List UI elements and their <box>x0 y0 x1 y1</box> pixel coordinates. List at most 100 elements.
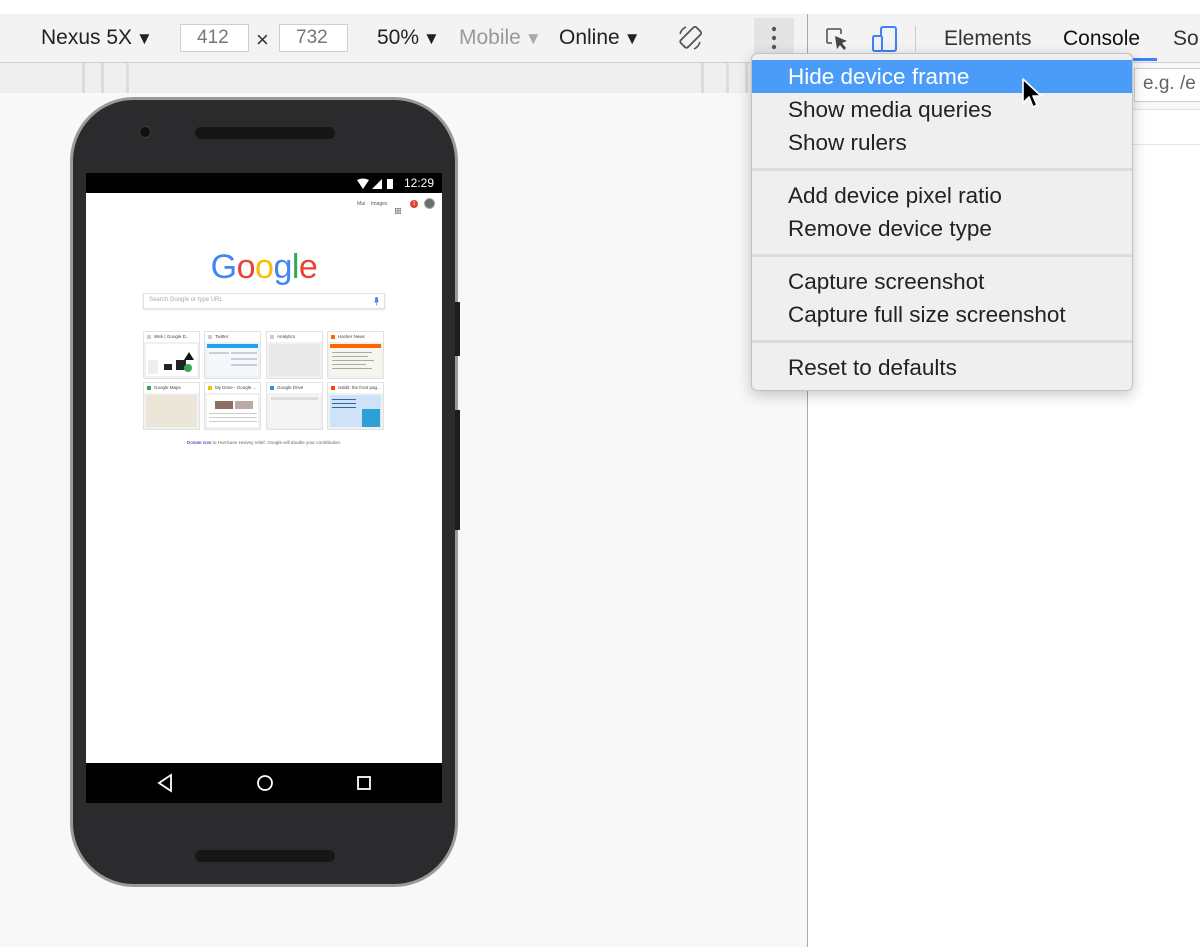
menu-item-reset-to-defaults[interactable]: Reset to defaults <box>752 351 1132 384</box>
media-query-segment[interactable] <box>729 63 745 93</box>
tile-thumbnail <box>207 395 258 427</box>
menu-separator <box>752 254 1132 257</box>
wifi-icon <box>357 178 369 189</box>
filter-input[interactable]: e.g. /e <box>1134 68 1200 102</box>
chevron-down-icon: ▼ <box>623 29 641 48</box>
android-nav-bar <box>86 763 442 803</box>
phone-power-button <box>455 302 460 356</box>
tab-console[interactable]: Console <box>1063 25 1140 53</box>
tile-favicon <box>208 386 212 390</box>
tile-thumbnail <box>330 395 381 427</box>
most-visited-tile[interactable]: Web | Google D... <box>143 331 200 379</box>
back-icon[interactable] <box>156 773 174 793</box>
device-mode-label: Mobile <box>459 26 521 49</box>
tile-thumbnail <box>330 344 381 376</box>
more-vertical-icon <box>771 26 777 50</box>
window-top-strip <box>0 0 1200 15</box>
menu-item-capture-screenshot[interactable]: Capture screenshot <box>752 265 1132 298</box>
chevron-down-icon: ▼ <box>423 29 440 48</box>
media-query-segment[interactable] <box>0 63 82 93</box>
search-input[interactable]: Search Google or type URL <box>143 293 385 309</box>
device-select-label: Nexus 5X <box>41 26 133 49</box>
tile-thumbnail <box>269 395 320 427</box>
tile-title: Google Maps <box>144 383 199 393</box>
most-visited-tile[interactable]: My Drive - Google ... <box>204 382 261 430</box>
most-visited-tile[interactable]: reddit: the front pag... <box>327 382 384 430</box>
media-query-segment[interactable] <box>129 63 701 93</box>
menu-item-capture-full-size-screenshot[interactable]: Capture full size screenshot <box>752 298 1132 331</box>
google-logo-letter: l <box>291 248 300 286</box>
tile-thumbnail <box>146 395 197 427</box>
phone-speaker <box>195 850 335 862</box>
inspect-cursor-icon <box>826 28 847 50</box>
tile-favicon <box>270 386 274 390</box>
google-logo-letter: o <box>236 248 256 286</box>
device-options-menu: Hide device frame Show media queries Sho… <box>751 53 1133 391</box>
avatar[interactable] <box>424 198 435 209</box>
menu-item-add-device-pixel-ratio[interactable]: Add device pixel ratio <box>752 179 1132 212</box>
most-visited-tile[interactable]: Twitter <box>204 331 261 379</box>
zoom-select[interactable]: 50% ▼ <box>377 24 440 53</box>
recents-icon[interactable] <box>355 773 373 793</box>
tab-sources[interactable]: So <box>1173 25 1199 53</box>
tile-favicon <box>331 386 335 390</box>
network-throttle-label: Online <box>559 26 620 49</box>
height-input[interactable]: 732 <box>279 24 348 52</box>
media-query-segment[interactable] <box>704 63 726 93</box>
tile-title: Google Drive <box>267 383 322 393</box>
toolbar-separator <box>915 26 916 52</box>
phone-speaker <box>195 127 335 139</box>
tile-favicon <box>331 335 335 339</box>
width-input[interactable]: 412 <box>180 24 249 52</box>
media-query-segment[interactable] <box>104 63 126 93</box>
tile-title: reddit: the front pag... <box>328 383 383 393</box>
device-screen[interactable]: 12:29 Mai Images 1 Google Search Google … <box>86 173 442 803</box>
phone-camera <box>139 126 151 138</box>
most-visited-tile[interactable]: Google Maps <box>143 382 200 430</box>
tile-title: Hacker News <box>328 332 383 342</box>
more-options-button[interactable] <box>754 18 794 58</box>
tile-favicon <box>147 335 151 339</box>
dimension-separator: × <box>256 27 269 52</box>
media-query-segment[interactable] <box>85 63 101 93</box>
android-status-bar: 12:29 <box>86 173 442 193</box>
gmail-link[interactable]: Mai <box>357 201 365 207</box>
zoom-select-label: 50% <box>377 26 420 49</box>
apps-grid-icon[interactable] <box>395 201 401 214</box>
phone-volume-button <box>455 410 460 530</box>
menu-item-remove-device-type[interactable]: Remove device type <box>752 212 1132 245</box>
device-mode-select[interactable]: Mobile ▼ <box>459 24 542 53</box>
most-visited-tile[interactable]: Google Drive <box>266 382 323 430</box>
menu-item-hide-device-frame[interactable]: Hide device frame <box>752 60 1132 93</box>
most-visited-tile[interactable]: Analytics <box>266 331 323 379</box>
google-logo-letter: e <box>298 248 318 286</box>
rotate-icon <box>679 25 703 50</box>
tile-thumbnail <box>269 344 320 376</box>
images-link[interactable]: Images <box>371 201 387 207</box>
status-time: 12:29 <box>403 176 434 190</box>
home-icon[interactable] <box>255 773 275 793</box>
footer-text: to Hurricane Harvey relief. Google will … <box>211 440 342 445</box>
tile-thumbnail <box>146 344 197 376</box>
menu-item-show-media-queries[interactable]: Show media queries <box>752 93 1132 126</box>
donate-link[interactable]: Donate now <box>187 440 212 445</box>
tile-title: Web | Google D... <box>144 332 199 342</box>
most-visited-tile[interactable]: Hacker News <box>327 331 384 379</box>
mouse-cursor-icon <box>1022 78 1042 108</box>
google-logo-letter: g <box>273 248 292 286</box>
google-top-bar <box>86 193 442 215</box>
microphone-icon[interactable] <box>374 297 379 306</box>
menu-separator <box>752 340 1132 343</box>
tile-favicon <box>270 335 274 339</box>
signal-icon <box>372 179 382 189</box>
tile-title: Analytics <box>267 332 322 342</box>
chevron-down-icon: ▼ <box>136 29 153 48</box>
search-placeholder: Search Google or type URL <box>149 297 223 303</box>
menu-item-show-rulers[interactable]: Show rulers <box>752 126 1132 159</box>
tab-elements[interactable]: Elements <box>944 25 1032 53</box>
notification-badge[interactable]: 1 <box>410 200 418 208</box>
device-select[interactable]: Nexus 5X ▼ <box>41 24 153 53</box>
menu-separator <box>752 168 1132 171</box>
rotate-button[interactable] <box>676 24 704 52</box>
network-throttle-select[interactable]: Online ▼ <box>559 24 641 53</box>
